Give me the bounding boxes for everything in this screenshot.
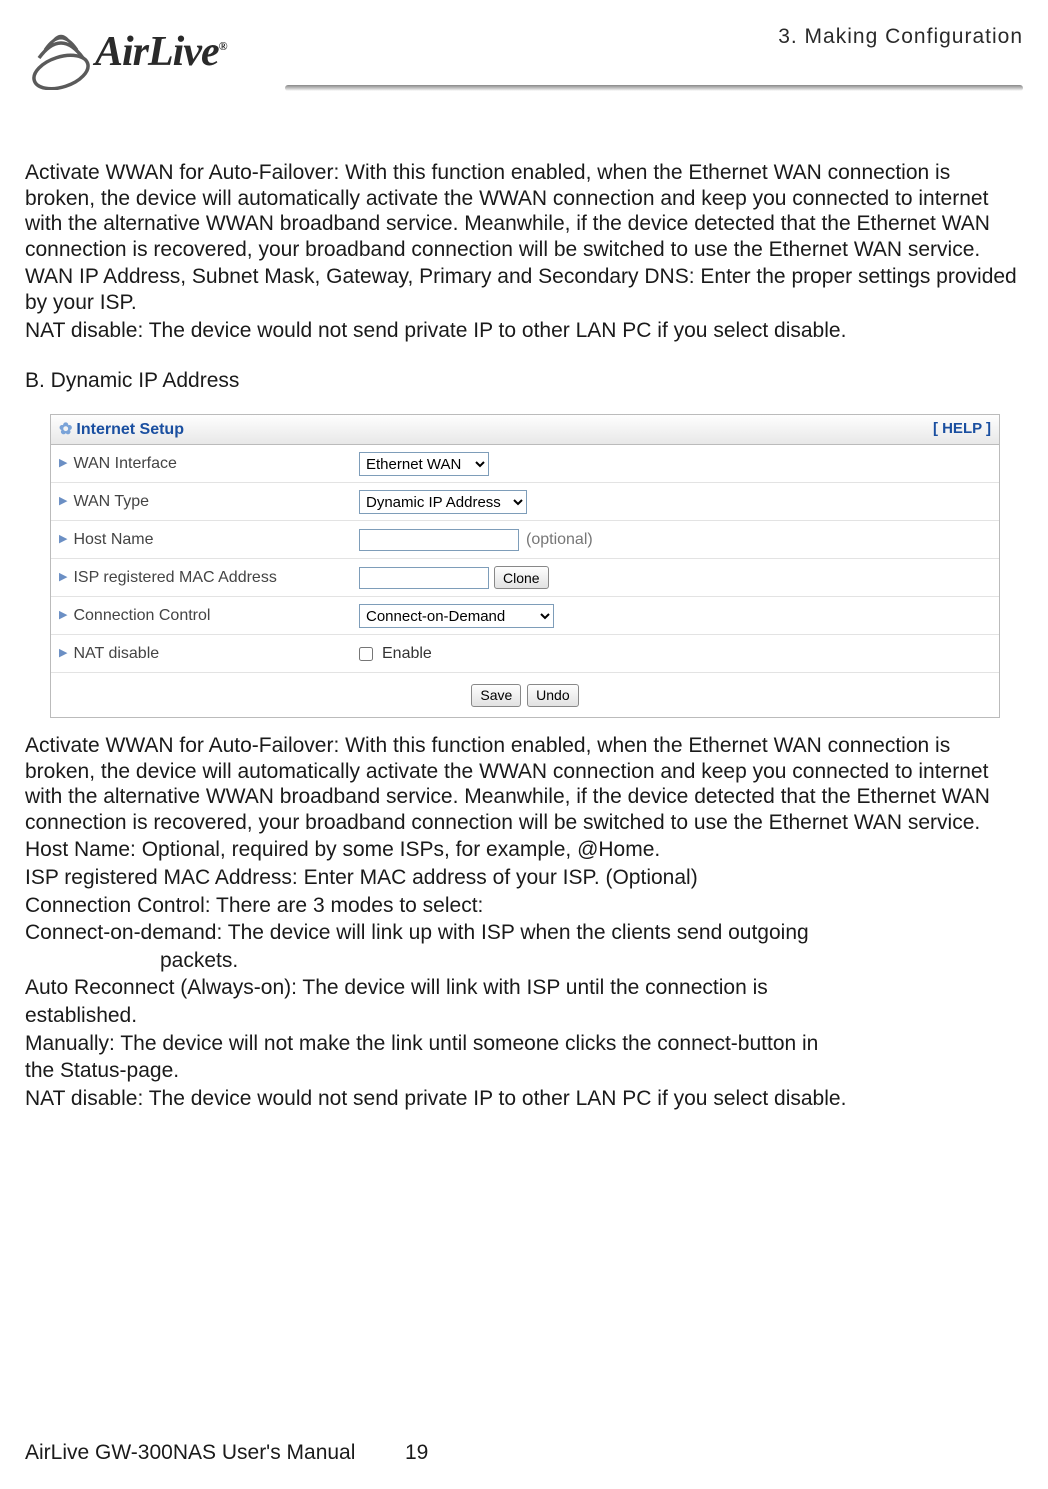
panel-title: ✿Internet Setup [59,420,184,440]
label-connection-control: Connection Control [73,606,210,626]
caret-icon: ▶ [59,647,67,660]
paragraph-conn-control: Connection Control: There are 3 modes to… [25,893,1023,919]
caret-icon: ▶ [59,609,67,622]
label-isp-mac: ISP registered MAC Address [73,568,276,588]
paragraph-host-name: Host Name: Optional, required by some IS… [25,837,1023,863]
connection-control-select[interactable]: Connect-on-Demand [359,604,554,628]
paragraph-manually-b: the Status-page. [25,1058,1023,1084]
row-wan-interface: ▶ WAN Interface Ethernet WAN [51,445,999,483]
paragraph-wan-ip: WAN IP Address, Subnet Mask, Gateway, Pr… [25,264,1023,315]
wan-type-select[interactable]: Dynamic IP Address [359,490,527,514]
paragraph-auto-reconnect-b: established. [25,1003,1023,1029]
internet-setup-panel-screenshot: ✿Internet Setup [ HELP ] ▶ WAN Interface … [50,414,1000,718]
footer-page-number: 19 [405,1441,428,1465]
gear-icon: ✿ [59,421,72,438]
label-host-name: Host Name [73,530,153,550]
wan-interface-select[interactable]: Ethernet WAN [359,452,489,476]
paragraph-auto-reconnect: Auto Reconnect (Always-on): The device w… [25,975,1023,1001]
host-name-input[interactable] [359,529,519,551]
caret-icon: ▶ [59,571,67,584]
help-link[interactable]: [ HELP ] [933,420,991,438]
logo-text: AirLive® [95,28,227,76]
row-wan-type: ▶ WAN Type Dynamic IP Address [51,483,999,521]
label-nat-disable: NAT disable [73,644,159,664]
caret-icon: ▶ [59,457,67,470]
paragraph-nat-2: NAT disable: The device would not send p… [25,1086,1023,1112]
header-divider [285,85,1023,91]
paragraph-connect-on-demand-b: packets. [25,948,1023,974]
paragraph-auto-failover-2: Activate WWAN for Auto-Failover: With th… [25,733,1023,835]
row-nat-disable: ▶ NAT disable Enable [51,635,999,673]
panel-header: ✿Internet Setup [ HELP ] [51,415,999,446]
paragraph-connect-on-demand-a: Connect-on-demand: The device will link … [25,920,1023,946]
section-b-heading: B. Dynamic IP Address [25,368,1023,394]
enable-label: Enable [382,644,432,664]
paragraph-auto-failover-1: Activate WWAN for Auto-Failover: With th… [25,160,1023,262]
paragraph-isp-mac: ISP registered MAC Address: Enter MAC ad… [25,865,1023,891]
row-host-name: ▶ Host Name (optional) [51,521,999,559]
chapter-label: 3. Making Configuration [778,20,1023,49]
logo: AirLive® [25,20,285,95]
paragraph-manually: Manually: The device will not make the l… [25,1031,1023,1057]
logo-wave-icon [25,20,97,90]
caret-icon: ▶ [59,533,67,546]
nat-disable-checkbox[interactable] [359,647,373,661]
caret-icon: ▶ [59,495,67,508]
paragraph-nat-1: NAT disable: The device would not send p… [25,318,1023,344]
footer-manual-title: AirLive GW-300NAS User's Manual [25,1441,405,1465]
clone-button[interactable]: Clone [494,566,549,589]
label-wan-interface: WAN Interface [73,454,176,474]
row-isp-mac: ▶ ISP registered MAC Address Clone [51,559,999,597]
undo-button[interactable]: Undo [527,684,578,707]
panel-footer: Save Undo [51,673,999,717]
label-wan-type: WAN Type [73,492,149,512]
save-button[interactable]: Save [471,684,521,707]
optional-label: (optional) [526,530,593,550]
isp-mac-input[interactable] [359,567,489,589]
row-connection-control: ▶ Connection Control Connect-on-Demand [51,597,999,635]
